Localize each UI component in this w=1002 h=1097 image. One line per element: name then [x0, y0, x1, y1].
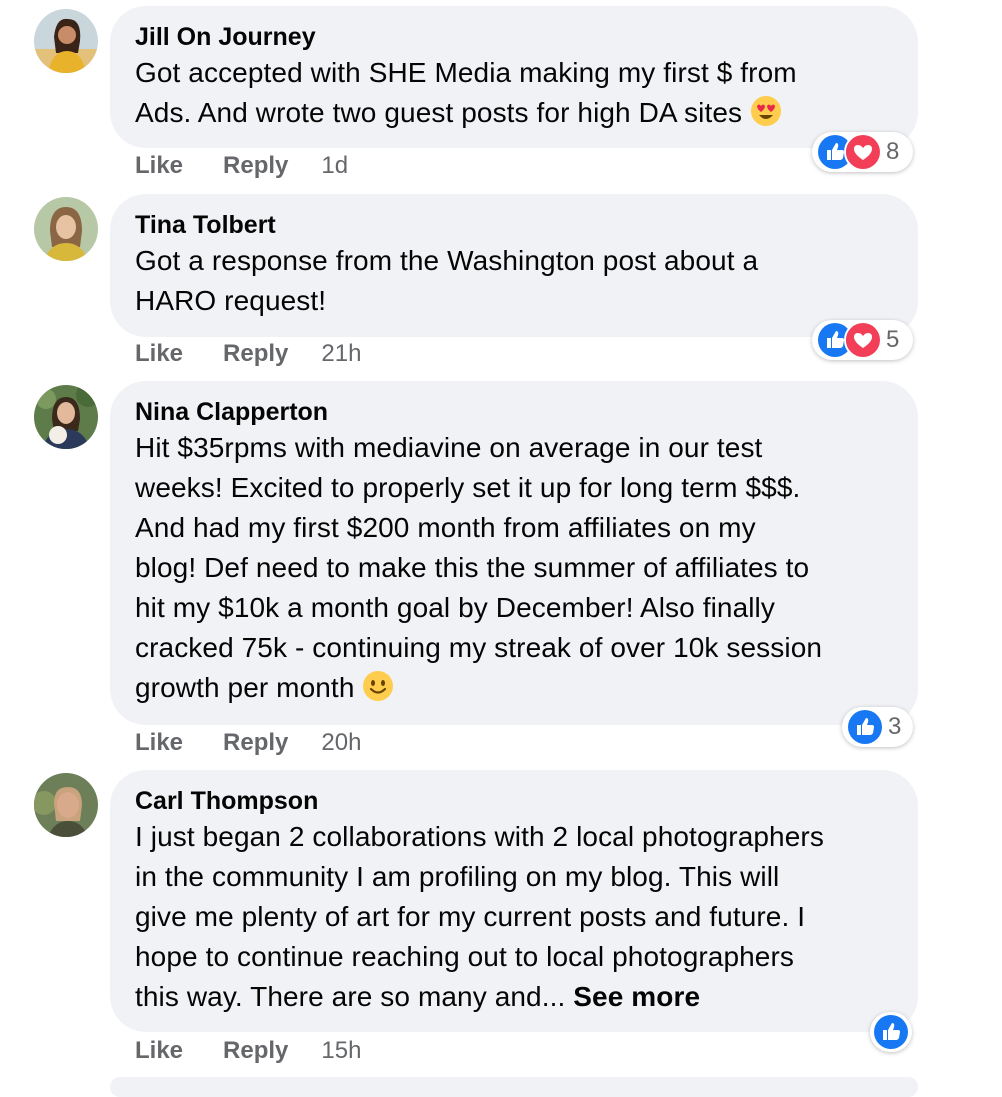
comment-line: Hit $35rpms with mediavine on average in… [135, 432, 763, 463]
reply-button[interactable]: Reply [223, 729, 288, 757]
comment-timestamp[interactable]: 21h [321, 340, 361, 368]
comment-line: I just began 2 collaborations with 2 loc… [135, 821, 824, 852]
reaction-summary[interactable]: 3 [842, 707, 913, 747]
reaction-summary[interactable]: 5 [812, 320, 913, 360]
reply-button[interactable]: Reply [223, 152, 288, 180]
comment-bubble: Jill On Journey Got accepted with SHE Me… [110, 6, 918, 148]
comment-actions: Like Reply 20h [135, 729, 361, 757]
comment-timestamp[interactable]: 20h [321, 729, 361, 757]
comment-line: in the community I am profiling on my bl… [135, 861, 780, 892]
comment-bubble: Carl Thompson I just began 2 collaborati… [110, 770, 918, 1032]
reply-button[interactable]: Reply [223, 1037, 288, 1065]
comment-author[interactable]: Nina Clapperton [135, 396, 892, 428]
comment-actions: Like Reply 1d [135, 152, 348, 180]
smiling-face-emoji [362, 670, 394, 702]
reply-button[interactable]: Reply [223, 340, 288, 368]
like-button[interactable]: Like [135, 152, 183, 180]
comment-line: Ads. And wrote two guest posts for high … [135, 97, 743, 128]
comment-line: weeks! Excited to properly set it up for… [135, 472, 801, 503]
reaction-count: 5 [886, 326, 900, 353]
love-reaction-icon [844, 321, 882, 359]
comment-author[interactable]: Tina Tolbert [135, 209, 892, 241]
comment-line: hope to continue reaching out to local p… [135, 941, 795, 972]
comment-timestamp[interactable]: 15h [321, 1037, 361, 1065]
avatar[interactable] [34, 773, 98, 837]
love-reaction-icon [844, 133, 882, 171]
comment-line: hit my $10k a month goal by December! Al… [135, 592, 775, 623]
comment-bubble: Tina Tolbert Got a response from the Was… [110, 194, 918, 337]
like-button[interactable]: Like [135, 729, 183, 757]
avatar[interactable] [34, 197, 98, 261]
like-reaction-icon [872, 1013, 910, 1051]
comment-text: Got a response from the Washington post … [135, 241, 892, 321]
comment-line: Got a response from the Washington post … [135, 245, 759, 276]
avatar[interactable] [34, 385, 98, 449]
comment-line: Got accepted with SHE Media making my fi… [135, 57, 797, 88]
comment-line: And had my first $200 month from affilia… [135, 512, 756, 543]
reaction-count: 8 [886, 138, 900, 165]
reaction-summary[interactable] [870, 1012, 912, 1052]
reaction-summary[interactable]: 8 [812, 132, 913, 172]
next-comment-bubble [110, 1077, 918, 1097]
like-button[interactable]: Like [135, 340, 183, 368]
comment-text: Got accepted with SHE Media making my fi… [135, 53, 892, 133]
comment-bubble: Nina Clapperton Hit $35rpms with mediavi… [110, 381, 918, 725]
comment-author[interactable]: Carl Thompson [135, 785, 892, 817]
comment-actions: Like Reply 15h [135, 1037, 361, 1065]
like-button[interactable]: Like [135, 1037, 183, 1065]
comment-line: blog! Def need to make this the summer o… [135, 552, 810, 583]
comment-author[interactable]: Jill On Journey [135, 21, 892, 53]
comment-actions: Like Reply 21h [135, 340, 361, 368]
comment-line: this way. There are so many and... [135, 981, 566, 1012]
comment-line: growth per month [135, 672, 355, 703]
like-reaction-icon [846, 708, 884, 746]
comment-line: HARO request! [135, 285, 327, 316]
comment-timestamp[interactable]: 1d [321, 152, 348, 180]
comment-line: give me plenty of art for my current pos… [135, 901, 806, 932]
avatar[interactable] [34, 9, 98, 73]
comment-text: I just began 2 collaborations with 2 loc… [135, 817, 892, 1017]
heart-eyes-emoji [750, 95, 782, 127]
comment-line: cracked 75k - continuing my streak of ov… [135, 632, 823, 663]
see-more-link[interactable]: See more [573, 981, 700, 1012]
comment-text: Hit $35rpms with mediavine on average in… [135, 428, 892, 708]
reaction-count: 3 [888, 713, 902, 740]
